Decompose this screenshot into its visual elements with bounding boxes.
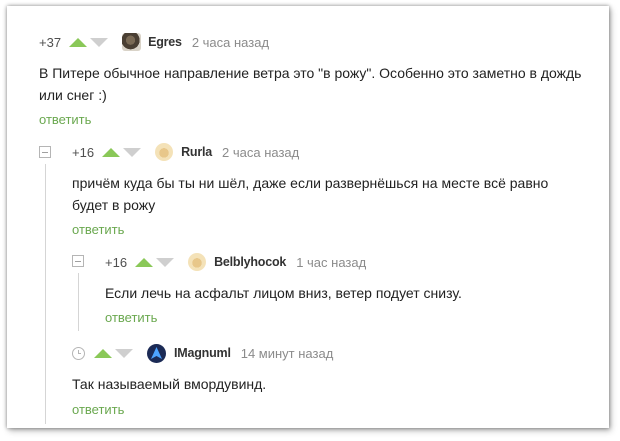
- comment-header: +16 Belblyhocok 1 час назад: [105, 252, 366, 272]
- blue-logo-avatar-icon[interactable]: [147, 343, 166, 363]
- reply-link[interactable]: ответить: [72, 222, 124, 237]
- downvote-icon[interactable]: [90, 38, 109, 47]
- downvote-icon[interactable]: [156, 258, 175, 267]
- default-avatar-icon[interactable]: [155, 143, 174, 161]
- comment-text: причём куда бы ты ни шёл, даже если разв…: [72, 175, 549, 213]
- comment-time: 2 часа назад: [191, 34, 270, 50]
- reply-link[interactable]: ответить: [72, 402, 124, 417]
- rating-value: +16: [105, 254, 128, 270]
- author-name[interactable]: IMagnuml: [174, 346, 231, 360]
- downvote-icon[interactable]: [123, 148, 142, 157]
- reply-link[interactable]: ответить: [39, 112, 91, 127]
- upvote-icon[interactable]: [94, 348, 112, 358]
- author-name[interactable]: Rurla: [181, 145, 212, 159]
- collapse-toggle-icon[interactable]: [39, 146, 51, 158]
- comment-time: 1 час назад: [296, 254, 367, 270]
- thread-line[interactable]: [45, 164, 46, 424]
- rating-value: +16: [72, 144, 95, 160]
- upvote-icon[interactable]: [135, 257, 154, 267]
- reply-link[interactable]: ответить: [105, 310, 157, 325]
- rating-value: +37: [39, 34, 62, 50]
- clock-icon: [72, 347, 85, 360]
- upvote-icon[interactable]: [102, 147, 121, 157]
- comments-panel: +37 Egres 2 часа назад В Питере обычное …: [7, 6, 609, 428]
- default-avatar-icon[interactable]: [188, 253, 207, 271]
- comment-time: 14 минут назад: [240, 345, 334, 361]
- comment-header: +37 Egres 2 часа назад: [39, 32, 269, 52]
- comment-text: В Питере обычное направление ветра это "…: [39, 65, 582, 103]
- author-name[interactable]: Belblyhocok: [214, 255, 286, 269]
- comment-text: Если лечь на асфальт лицом вниз, ветер п…: [105, 285, 462, 301]
- comment-header: +16 Rurla 2 часа назад: [72, 142, 299, 162]
- dog-avatar-icon[interactable]: [122, 33, 142, 51]
- thread-line[interactable]: [78, 273, 79, 331]
- comment-text: Так называемый вмордувинд.: [72, 376, 267, 392]
- downvote-icon[interactable]: [115, 349, 133, 358]
- comment-header: IMagnuml 14 минут назад: [94, 343, 333, 363]
- upvote-icon[interactable]: [69, 37, 88, 47]
- author-name[interactable]: Egres: [148, 35, 182, 49]
- collapse-toggle-icon[interactable]: [72, 255, 84, 267]
- comment-time: 2 часа назад: [222, 144, 300, 160]
